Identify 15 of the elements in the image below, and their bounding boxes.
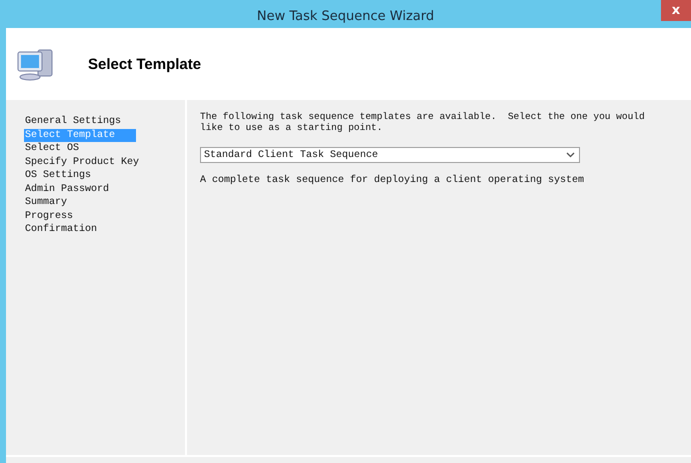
page-title: Select Template — [88, 56, 202, 72]
window-title: New Task Sequence Wizard — [256, 9, 434, 24]
step-item[interactable]: Select OS — [24, 142, 136, 156]
step-item[interactable]: Admin Password — [24, 182, 136, 196]
step-item[interactable]: OS Settings — [24, 169, 136, 182]
step-item[interactable]: Confirmation — [24, 223, 136, 236]
step-item[interactable]: Specify Product Key — [24, 156, 140, 169]
step-item[interactable]: Progress — [24, 210, 136, 223]
caret-icon — [566, 152, 575, 158]
step-item[interactable]: General Settings — [24, 115, 136, 128]
step-item[interactable]: Summary — [24, 196, 136, 210]
description-text: A complete task sequence for deploying a client operating system — [200, 175, 586, 186]
template-dropdown[interactable]: Standard Client Task Sequence — [200, 147, 580, 163]
intro-text: The following task sequence templates are available. Select the one you would like to use as a starting point. — [200, 111, 646, 133]
close-button[interactable]: x — [661, 0, 691, 21]
